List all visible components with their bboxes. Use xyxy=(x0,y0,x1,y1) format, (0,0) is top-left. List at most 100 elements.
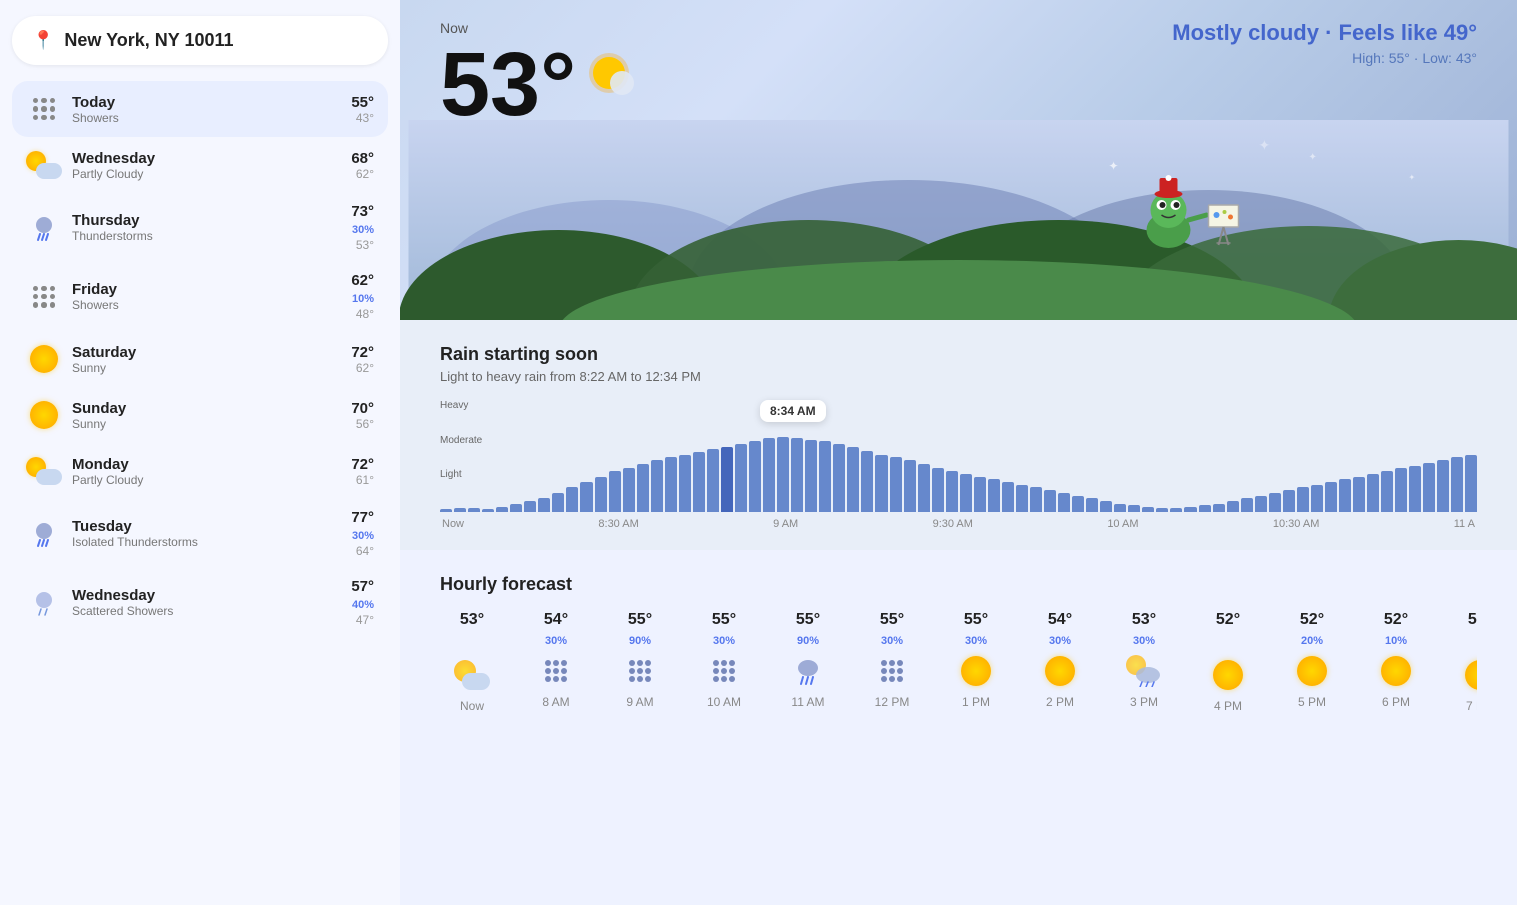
rain-bar xyxy=(1044,490,1056,512)
rain-bar xyxy=(1423,463,1435,512)
day-row[interactable]: Wednesday Scattered Showers 57° 40% 47° xyxy=(12,568,388,637)
rain-chart-container: Heavy Moderate Light 8:34 AM Now 8:30 AM… xyxy=(440,400,1477,530)
temp-high: 55° xyxy=(351,94,374,111)
hourly-precip: 10% xyxy=(1385,635,1407,647)
day-list: Today Showers 55° 43° Wednesday Partly C… xyxy=(12,81,388,637)
hourly-temp: 55° xyxy=(712,611,736,629)
rain-bar xyxy=(890,457,902,512)
rain-bar xyxy=(665,457,677,512)
hourly-temp: 52° xyxy=(1300,611,1324,629)
temp-low: 48° xyxy=(351,307,374,321)
rain-bar xyxy=(1156,508,1168,512)
rain-bar xyxy=(1016,485,1028,512)
hourly-temp: 52° xyxy=(1216,611,1240,629)
rain-bar xyxy=(932,468,944,512)
hourly-precip: 30% xyxy=(965,635,987,647)
hourly-icon xyxy=(1042,653,1078,689)
day-row[interactable]: Monday Partly Cloudy 72° 61° xyxy=(12,443,388,499)
location-pin-icon: 📍 xyxy=(32,30,54,51)
day-row[interactable]: Sunday Sunny 70° 56° xyxy=(12,387,388,443)
scene-svg: ✦ ✦ ✦ ✦ xyxy=(400,120,1517,320)
hourly-precip: 30% xyxy=(1049,635,1071,647)
day-row[interactable]: Today Showers 55° 43° xyxy=(12,81,388,137)
day-condition: Sunny xyxy=(72,417,341,431)
rain-bar xyxy=(510,504,522,512)
rain-bar xyxy=(1142,507,1154,512)
rain-bar xyxy=(1114,504,1126,512)
hourly-temp: 52° xyxy=(1384,611,1408,629)
hourly-icon xyxy=(1462,657,1477,693)
current-temp-area: Now 53° xyxy=(440,20,634,130)
main-content: Now 53° Mostly cloudy · Feels like 49° H… xyxy=(400,0,1517,905)
day-weather-icon xyxy=(26,516,62,552)
day-temps: 68° 62° xyxy=(351,150,374,181)
day-temps: 62° 10% 48° xyxy=(351,272,374,321)
rain-bar xyxy=(1241,498,1253,512)
day-temps: 55° 43° xyxy=(351,94,374,125)
day-name: Thursday xyxy=(72,212,341,229)
rain-tooltip: 8:34 AM xyxy=(760,400,826,422)
rain-bar xyxy=(1128,505,1140,512)
hourly-precip: 30% xyxy=(713,635,735,647)
rain-title: Rain starting soon xyxy=(440,344,1477,365)
rain-bar xyxy=(1353,477,1365,512)
rain-bar xyxy=(861,451,873,512)
hourly-precip: 20% xyxy=(1301,635,1323,647)
rain-bar xyxy=(763,438,775,512)
current-temperature: 53° xyxy=(440,40,634,130)
day-row[interactable]: Friday Showers 62° 10% 48° xyxy=(12,262,388,331)
day-name: Saturday xyxy=(72,344,341,361)
temp-low: 56° xyxy=(351,417,374,431)
location-bar[interactable]: 📍 New York, NY 10011 xyxy=(12,16,388,65)
rain-bar xyxy=(651,460,663,512)
day-condition: Showers xyxy=(72,298,341,312)
temp-high: 73° xyxy=(351,203,374,220)
day-row[interactable]: Thursday Thunderstorms 73° 30% 53° xyxy=(12,193,388,262)
day-temps: 72° 61° xyxy=(351,456,374,487)
day-row[interactable]: Wednesday Partly Cloudy 68° 62° xyxy=(12,137,388,193)
day-condition: Scattered Showers xyxy=(72,604,341,618)
temp-low: 53° xyxy=(351,238,374,252)
rain-bar xyxy=(791,438,803,512)
day-temps: 73° 30% 53° xyxy=(351,203,374,252)
rain-bar xyxy=(1381,471,1393,512)
rain-bar xyxy=(595,477,607,512)
temp-low: 62° xyxy=(351,167,374,181)
rain-bar xyxy=(1465,455,1477,512)
day-condition: Isolated Thunderstorms xyxy=(72,535,341,549)
day-row[interactable]: Tuesday Isolated Thunderstorms 77° 30% 6… xyxy=(12,499,388,568)
rain-bar xyxy=(496,507,508,512)
rain-bar xyxy=(1451,457,1463,512)
rain-bar xyxy=(721,447,733,512)
day-info: Sunday Sunny xyxy=(72,400,341,431)
hourly-item: 52° 10% 6 PM xyxy=(1364,611,1428,713)
rain-bar xyxy=(1269,493,1281,512)
hourly-item: 52° 20% 5 PM xyxy=(1280,611,1344,713)
temp-low: 62° xyxy=(351,361,374,375)
temp-high: 72° xyxy=(351,344,374,361)
day-name: Monday xyxy=(72,456,341,473)
hourly-precip: 90% xyxy=(797,635,819,647)
hourly-icon xyxy=(1294,653,1330,689)
rain-bar xyxy=(875,455,887,512)
rain-bar xyxy=(538,498,550,512)
rain-bar xyxy=(1227,501,1239,512)
hourly-icon xyxy=(790,653,826,689)
hourly-item: 55° 30% 12 PM xyxy=(860,611,924,713)
hourly-temp: 53° xyxy=(460,611,484,629)
rain-subtitle: Light to heavy rain from 8:22 AM to 12:3… xyxy=(440,369,1477,384)
day-condition: Thunderstorms xyxy=(72,229,341,243)
rain-bar xyxy=(637,464,649,512)
day-row[interactable]: Saturday Sunny 72° 62° xyxy=(12,331,388,387)
current-weather-section: Now 53° Mostly cloudy · Feels like 49° H… xyxy=(400,0,1517,320)
rain-bar xyxy=(735,444,747,512)
rain-chart xyxy=(440,432,1477,512)
day-condition: Sunny xyxy=(72,361,341,375)
rain-bar xyxy=(623,468,635,512)
day-weather-icon xyxy=(26,585,62,621)
day-temps: 70° 56° xyxy=(351,400,374,431)
hourly-time: 10 AM xyxy=(707,695,741,709)
hourly-time: 1 PM xyxy=(962,695,990,709)
hourly-temp: 54° xyxy=(1048,611,1072,629)
day-name: Tuesday xyxy=(72,518,341,535)
